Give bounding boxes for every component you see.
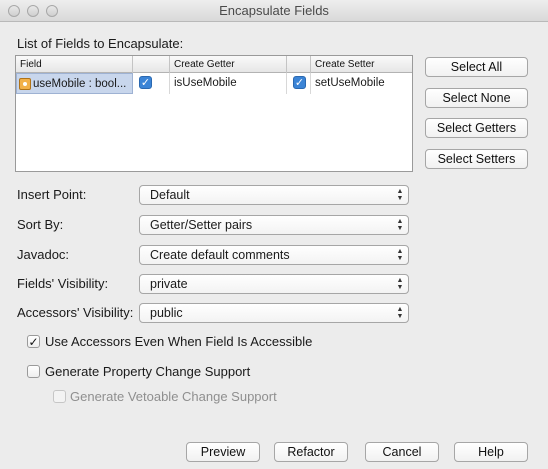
javadoc-select[interactable]: Create default comments ▲ ▼ bbox=[139, 245, 409, 265]
insert-point-value: Default bbox=[150, 188, 190, 202]
fields-visibility-label: Fields' Visibility: bbox=[17, 276, 109, 291]
insert-point-select[interactable]: Default ▲ ▼ bbox=[139, 185, 409, 205]
encapsulate-fields-dialog: Encapsulate Fields List of Fields to Enc… bbox=[0, 0, 548, 469]
getter-checkbox[interactable]: ✓ bbox=[139, 76, 152, 89]
vetoable-change-checkbox[interactable] bbox=[53, 390, 66, 403]
column-header-create-setter[interactable]: Create Setter bbox=[311, 56, 412, 73]
fields-list-label: List of Fields to Encapsulate: bbox=[17, 36, 184, 51]
sort-by-value: Getter/Setter pairs bbox=[150, 218, 253, 232]
fields-visibility-select[interactable]: private ▲ ▼ bbox=[139, 274, 409, 294]
setter-name-cell[interactable]: setUseMobile bbox=[311, 73, 412, 94]
select-arrows-icon: ▲ ▼ bbox=[396, 188, 404, 202]
javadoc-value: Create default comments bbox=[150, 248, 290, 262]
select-all-button[interactable]: Select All bbox=[425, 57, 528, 77]
field-icon bbox=[19, 78, 31, 90]
refactor-button[interactable]: Refactor bbox=[274, 442, 348, 462]
accessors-visibility-select[interactable]: public ▲ ▼ bbox=[139, 303, 409, 323]
column-header-setter-check[interactable] bbox=[287, 56, 311, 73]
vetoable-change-label: Generate Vetoable Change Support bbox=[70, 389, 277, 404]
table-header: Field Create Getter Create Setter bbox=[16, 56, 412, 73]
field-name: useMobile : bool... bbox=[33, 78, 127, 90]
select-arrows-icon: ▲ ▼ bbox=[396, 248, 404, 262]
column-header-field[interactable]: Field bbox=[16, 56, 133, 73]
select-setters-button[interactable]: Select Setters bbox=[425, 149, 528, 169]
preview-button[interactable]: Preview bbox=[186, 442, 260, 462]
select-getters-button[interactable]: Select Getters bbox=[425, 118, 528, 138]
insert-point-label: Insert Point: bbox=[17, 187, 87, 202]
select-arrows-icon: ▲ ▼ bbox=[396, 277, 404, 291]
cancel-button[interactable]: Cancel bbox=[365, 442, 439, 462]
help-button[interactable]: Help bbox=[454, 442, 528, 462]
fields-visibility-value: private bbox=[150, 277, 188, 291]
accessors-visibility-value: public bbox=[150, 306, 183, 320]
column-header-create-getter[interactable]: Create Getter bbox=[170, 56, 287, 73]
select-none-button[interactable]: Select None bbox=[425, 88, 528, 108]
select-arrows-icon: ▲ ▼ bbox=[396, 218, 404, 232]
use-accessors-checkbox[interactable]: ✓ bbox=[27, 335, 40, 348]
setter-checkbox[interactable]: ✓ bbox=[293, 76, 306, 89]
sort-by-select[interactable]: Getter/Setter pairs ▲ ▼ bbox=[139, 215, 409, 235]
use-accessors-label[interactable]: Use Accessors Even When Field Is Accessi… bbox=[45, 334, 312, 349]
property-change-checkbox[interactable] bbox=[27, 365, 40, 378]
title-bar: Encapsulate Fields bbox=[0, 0, 548, 22]
getter-name-cell[interactable]: isUseMobile bbox=[170, 73, 287, 94]
getter-check-cell: ✓ bbox=[133, 73, 170, 94]
field-cell[interactable]: useMobile : bool... bbox=[16, 73, 133, 94]
table-row[interactable]: useMobile : bool... ✓ isUseMobile ✓ setU… bbox=[16, 73, 412, 94]
select-arrows-icon: ▲ ▼ bbox=[396, 306, 404, 320]
window-title: Encapsulate Fields bbox=[219, 3, 329, 18]
accessors-visibility-label: Accessors' Visibility: bbox=[17, 305, 134, 320]
column-header-getter-check[interactable] bbox=[133, 56, 170, 73]
setter-check-cell: ✓ bbox=[287, 73, 311, 94]
property-change-label[interactable]: Generate Property Change Support bbox=[45, 364, 250, 379]
javadoc-label: Javadoc: bbox=[17, 247, 70, 262]
fields-table[interactable]: Field Create Getter Create Setter useMob… bbox=[15, 55, 413, 172]
sort-by-label: Sort By: bbox=[17, 217, 64, 232]
